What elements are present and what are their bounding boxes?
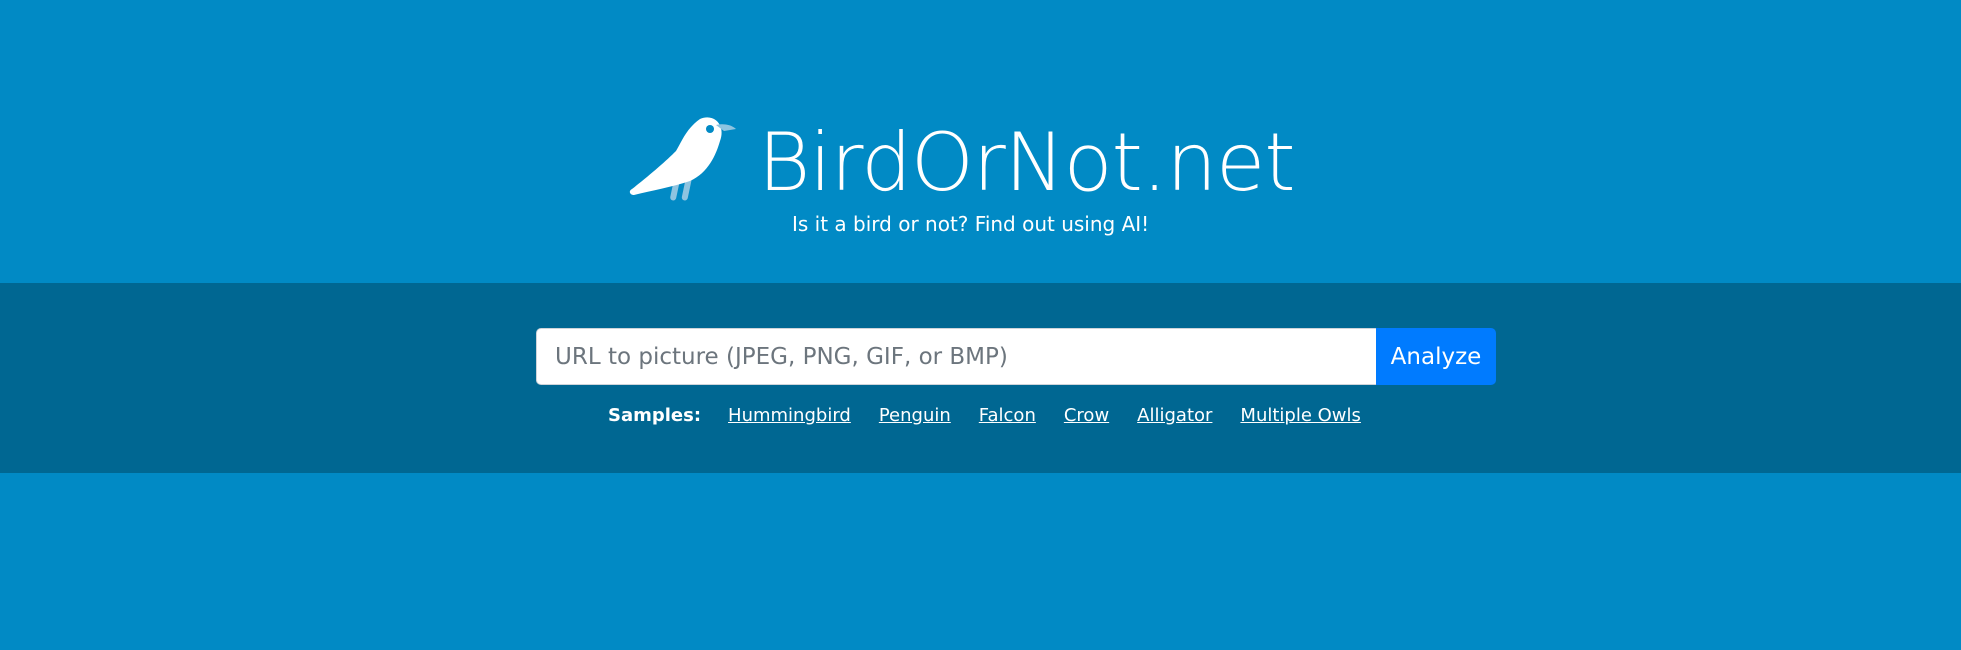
sample-link-alligator[interactable]: Alligator — [1137, 405, 1212, 426]
url-input[interactable] — [536, 328, 1376, 385]
tagline: Is it a bird or not? Find out using AI! — [792, 212, 1150, 236]
brand-title: BirdOrNot.net — [758, 116, 1296, 209]
analyze-button[interactable]: Analyze — [1376, 328, 1496, 385]
sample-link-penguin[interactable]: Penguin — [879, 405, 951, 426]
sample-link-hummingbird[interactable]: Hummingbird — [728, 405, 851, 426]
header: BirdOrNot.net Is it a bird or not? Find … — [0, 0, 1961, 283]
samples-label: Samples: — [608, 404, 702, 426]
sample-link-crow[interactable]: Crow — [1064, 405, 1109, 426]
sample-link-multiple-owls[interactable]: Multiple Owls — [1240, 405, 1361, 426]
search-form: Analyze — [536, 328, 1496, 385]
samples-bar: Samples: Hummingbird Penguin Falcon Crow… — [608, 400, 1361, 430]
bird-icon — [629, 117, 736, 201]
sample-link-falcon[interactable]: Falcon — [979, 405, 1036, 426]
page: BirdOrNot.net Is it a bird or not? Find … — [0, 0, 1961, 650]
